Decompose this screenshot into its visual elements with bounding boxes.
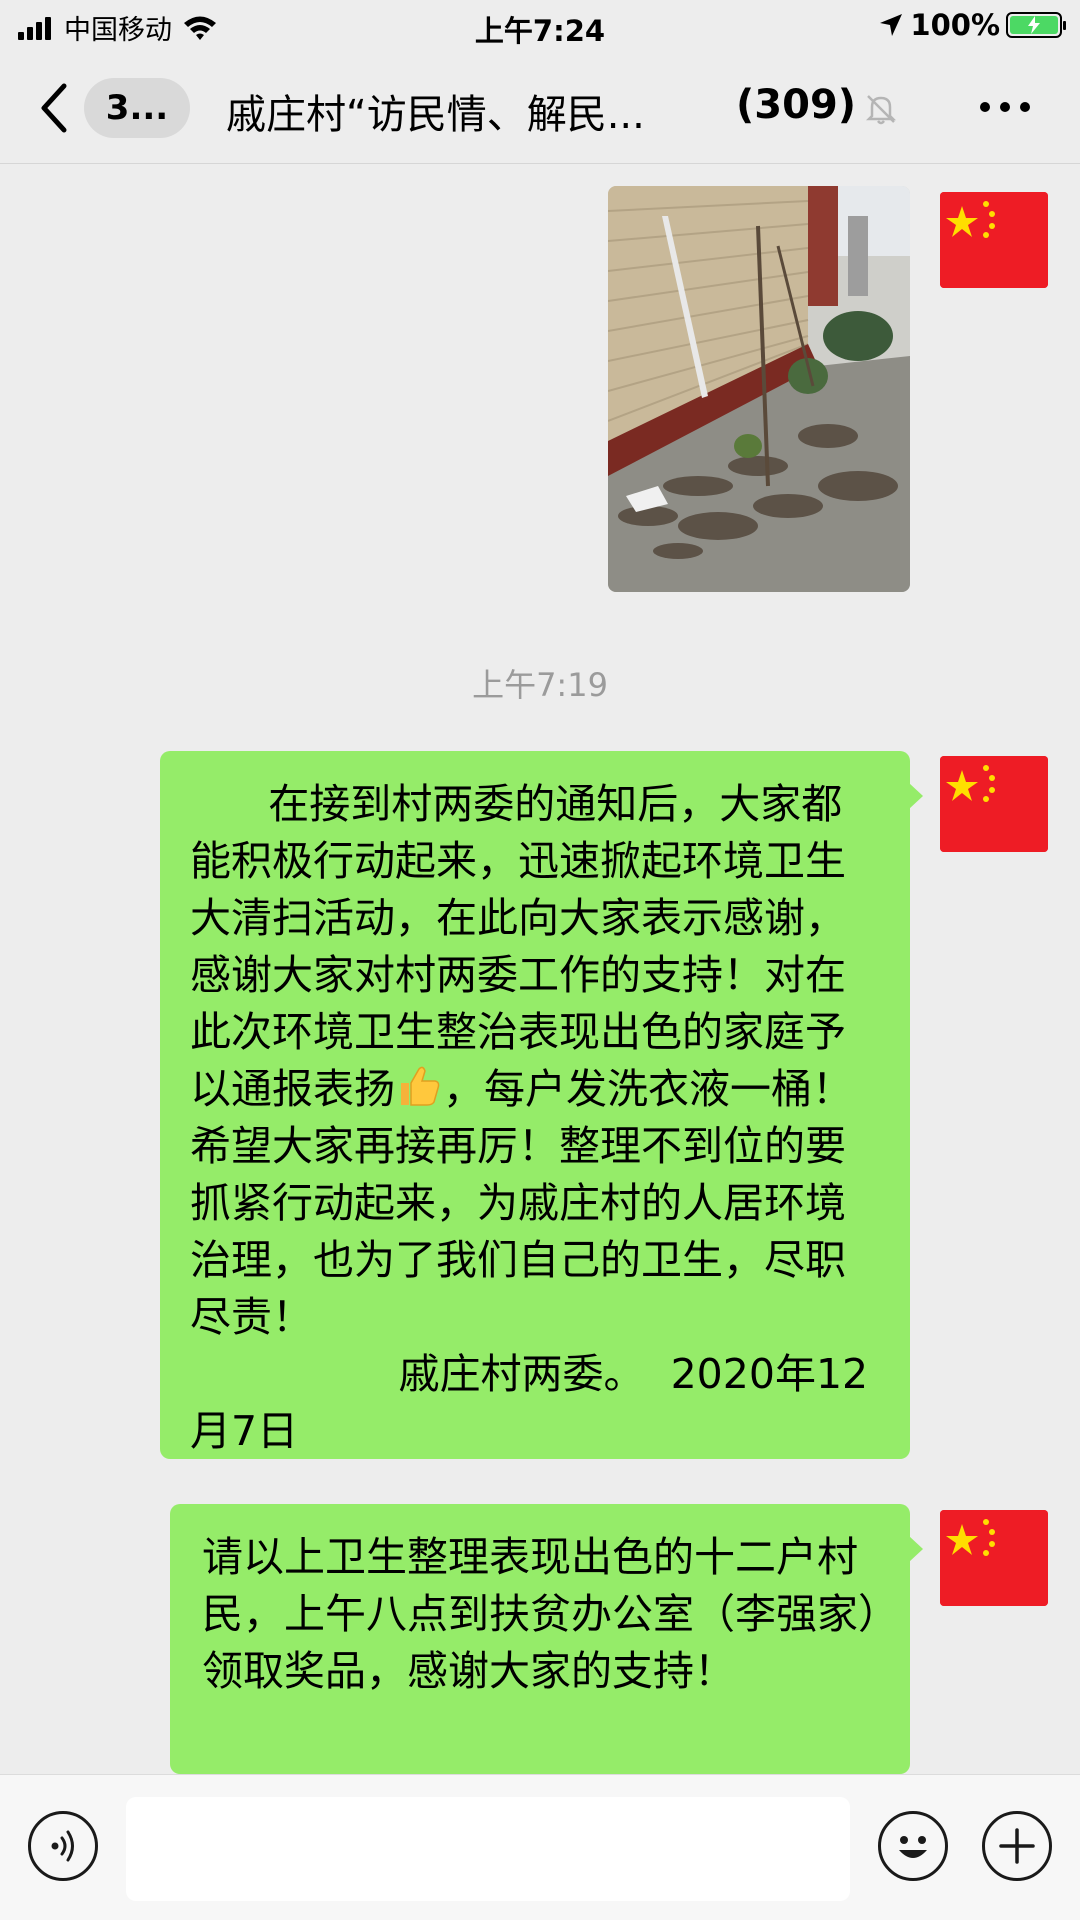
message-input[interactable] xyxy=(126,1797,850,1901)
location-arrow-icon xyxy=(880,14,903,36)
china-flag-avatar-icon[interactable] xyxy=(940,1510,1048,1606)
thumbs-up-icon xyxy=(401,1066,440,1106)
battery-charging-icon xyxy=(1006,12,1066,38)
status-bar: 中国移动 上午7:24 100% xyxy=(0,0,1080,52)
message-text: 请以上卫生整理表现出色的十二户村民，上午八点到扶贫办公室（李强家）领取奖品，感谢… xyxy=(202,1533,879,1695)
chevron-left-icon[interactable] xyxy=(36,80,72,136)
plus-icon[interactable] xyxy=(982,1811,1052,1881)
more-dots-icon[interactable] xyxy=(980,102,1030,116)
china-flag-avatar-icon[interactable] xyxy=(940,192,1048,288)
mute-bell-icon xyxy=(865,95,897,125)
member-count: (309) xyxy=(736,82,857,128)
battery-percent: 100% xyxy=(910,8,1000,42)
emoji-face-icon[interactable] xyxy=(878,1811,948,1881)
message-bubble[interactable]: 在接到村两委的通知后，大家都能积极行动起来，迅速掀起环境卫生大清扫活动，在此向大… xyxy=(160,751,923,1459)
message-bubble[interactable]: 请以上卫生整理表现出色的十二户村民，上午八点到扶贫办公室（李强家）领取奖品，感谢… xyxy=(170,1504,923,1774)
chat-header: 3... 戚庄村“访民情、解民... (309) xyxy=(0,52,1080,164)
chat-title: 戚庄村“访民情、解民... xyxy=(226,92,645,138)
message-text: 在接到村两委的通知后，大家都能积极行动起来，迅速掀起环境卫生大清扫活动，在此向大… xyxy=(190,780,869,1455)
message-timestamp: 上午7:19 xyxy=(472,666,608,704)
unread-badge[interactable]: 3... xyxy=(84,78,190,138)
input-bar xyxy=(0,1774,1080,1920)
status-right: 100% xyxy=(878,8,1066,42)
photo-message[interactable] xyxy=(608,186,910,592)
voice-icon[interactable] xyxy=(28,1811,98,1881)
china-flag-avatar-icon[interactable] xyxy=(940,756,1048,852)
